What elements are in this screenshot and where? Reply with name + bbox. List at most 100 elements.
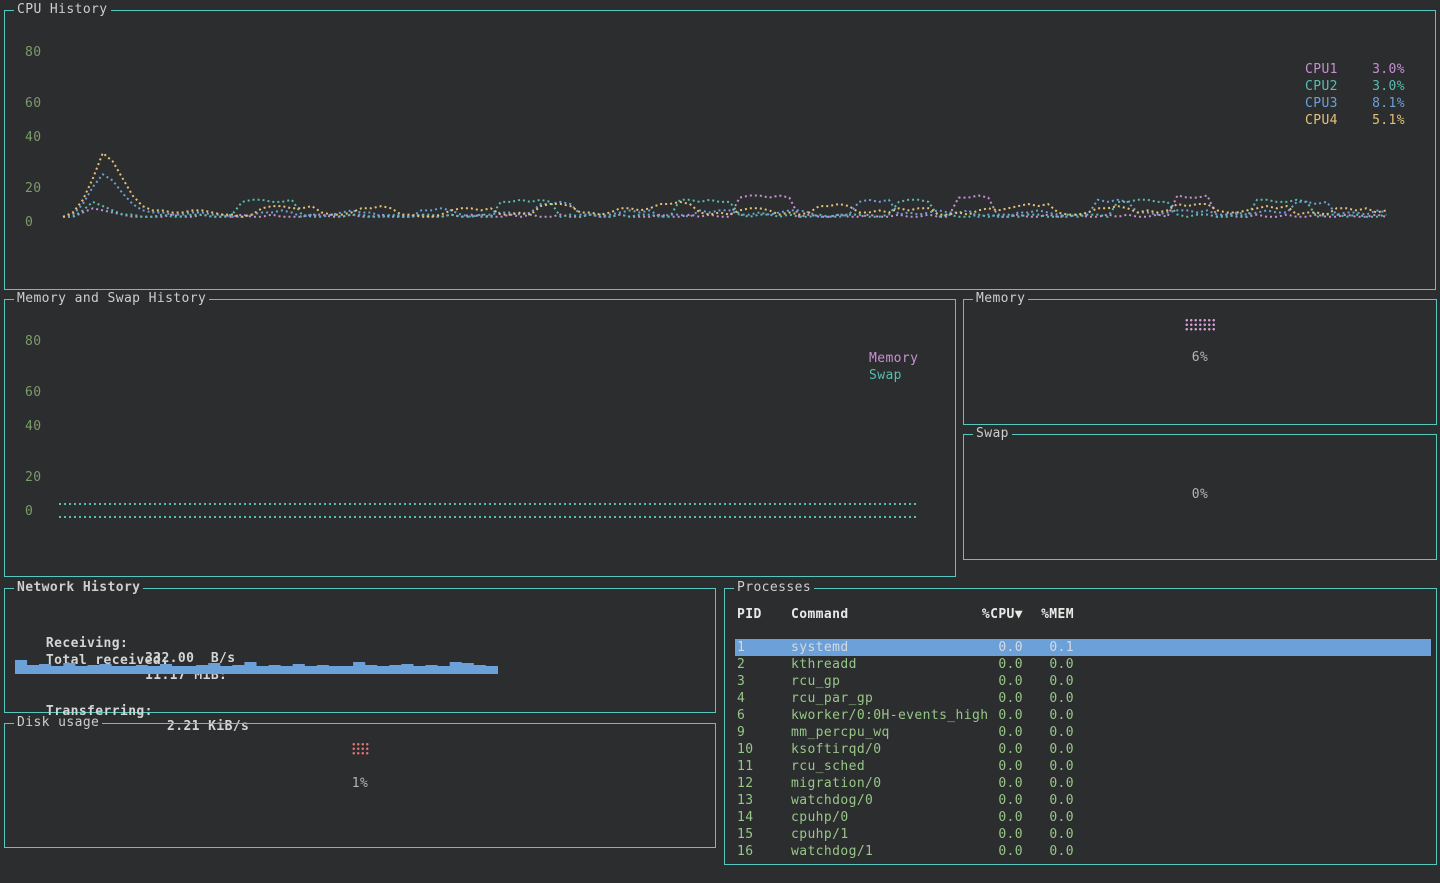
- process-pid: 1: [735, 639, 791, 656]
- process-command: systemd: [791, 639, 993, 656]
- column-header-mem[interactable]: %MEM: [1023, 606, 1074, 623]
- cpu1-legend-label: CPU1: [1305, 61, 1338, 78]
- process-mem: 0.0: [1023, 809, 1074, 826]
- process-cpu: 0.0: [993, 690, 1023, 707]
- process-row[interactable]: 15cpuhp/10.00.0: [735, 826, 1431, 843]
- swap-gauge-value: 0%: [964, 487, 1436, 502]
- process-mem: 0.0: [1023, 758, 1074, 775]
- y-tick: 80: [25, 45, 41, 60]
- process-command: rcu_sched: [791, 758, 993, 775]
- process-cpu: 0.0: [993, 843, 1023, 860]
- cpu-legend: CPU1 3.0% CPU2 3.0% CPU3 8.1% CPU4 5.1%: [1305, 61, 1405, 129]
- cpu4-legend-value: 5.1%: [1372, 112, 1405, 129]
- process-mem: 0.0: [1023, 792, 1074, 809]
- swap-gauge-panel: Swap 0%: [963, 434, 1437, 560]
- process-cpu: 0.0: [993, 758, 1023, 775]
- network-history-panel: Network History Receiving: 332.00 B/s To…: [4, 588, 716, 713]
- process-pid: 12: [735, 775, 791, 792]
- process-row[interactable]: 16watchdog/10.00.0: [735, 843, 1431, 860]
- process-row[interactable]: 13watchdog/00.00.0: [735, 792, 1431, 809]
- process-pid: 2: [735, 656, 791, 673]
- process-cpu: 0.0: [993, 724, 1023, 741]
- process-cpu: 0.0: [993, 792, 1023, 809]
- disk-gauge-dots: [352, 742, 369, 755]
- column-header-command[interactable]: Command: [791, 606, 993, 623]
- process-pid: 9: [735, 724, 791, 741]
- cpu1-legend-row: CPU1 3.0%: [1305, 61, 1405, 78]
- process-row[interactable]: 12migration/00.00.0: [735, 775, 1431, 792]
- y-tick: 60: [25, 385, 41, 400]
- process-mem: 0.0: [1023, 656, 1074, 673]
- swap-usage-line: [59, 516, 917, 518]
- swap-legend-label: Swap: [869, 367, 918, 384]
- cpu3-legend-row: CPU3 8.1%: [1305, 95, 1405, 112]
- cpu-history-title: CPU History: [14, 2, 111, 17]
- process-row[interactable]: 9mm_percpu_wq0.00.0: [735, 724, 1431, 741]
- process-mem: 0.0: [1023, 826, 1074, 843]
- process-mem: 0.0: [1023, 724, 1074, 741]
- memory-gauge-panel: Memory 6%: [963, 299, 1437, 425]
- process-row[interactable]: 14cpuhp/00.00.0: [735, 809, 1431, 826]
- process-cpu: 0.0: [993, 809, 1023, 826]
- disk-gauge-value: 1%: [5, 776, 715, 791]
- y-tick: 80: [25, 334, 41, 349]
- cpu4-legend-row: CPU4 5.1%: [1305, 112, 1405, 129]
- cpu2-legend-label: CPU2: [1305, 78, 1338, 95]
- disk-usage-title: Disk usage: [14, 715, 102, 730]
- cpu4-legend-label: CPU4: [1305, 112, 1338, 129]
- memswap-legend: Memory Swap: [869, 350, 918, 384]
- process-command: cpuhp/1: [791, 826, 993, 843]
- process-mem: 0.0: [1023, 707, 1074, 724]
- network-area: [15, 660, 498, 674]
- process-cpu: 0.0: [993, 741, 1023, 758]
- column-header-pid[interactable]: PID: [735, 606, 791, 623]
- cpu2-legend-value: 3.0%: [1372, 78, 1405, 95]
- process-pid: 4: [735, 690, 791, 707]
- process-cpu: 0.0: [993, 639, 1023, 656]
- y-tick: 0: [25, 504, 33, 519]
- process-mem: 0.1: [1023, 639, 1074, 656]
- process-cpu: 0.0: [993, 826, 1023, 843]
- process-row[interactable]: 6kworker/0:0H-events_high0.00.0: [735, 707, 1431, 724]
- memory-gauge-value: 6%: [964, 350, 1436, 365]
- system-monitor-app: { "theme": { "background": "#2b2d2e", "b…: [0, 0, 1440, 883]
- y-tick: 40: [25, 130, 41, 145]
- y-tick: 0: [25, 215, 33, 230]
- process-pid: 3: [735, 673, 791, 690]
- y-tick: 60: [25, 96, 41, 111]
- memory-gauge-title: Memory: [973, 291, 1028, 306]
- cpu-history-panel: CPU History 80 60 40 20 0 CPU1 3.0% CPU2…: [4, 10, 1436, 290]
- process-pid: 11: [735, 758, 791, 775]
- memory-legend-label: Memory: [869, 350, 918, 367]
- network-receive-sparkline: [15, 652, 498, 674]
- memory-usage-line: [59, 503, 917, 505]
- process-command: rcu_gp: [791, 673, 993, 690]
- process-pid: 13: [735, 792, 791, 809]
- y-tick: 40: [25, 419, 41, 434]
- process-command: ksoftirqd/0: [791, 741, 993, 758]
- process-row[interactable]: 2kthreadd0.00.0: [735, 656, 1431, 673]
- process-command: cpuhp/0: [791, 809, 993, 826]
- cpu-series-cpu4: [63, 153, 1386, 217]
- process-cpu: 0.0: [993, 775, 1023, 792]
- process-row[interactable]: 4rcu_par_gp0.00.0: [735, 690, 1431, 707]
- process-command: migration/0: [791, 775, 993, 792]
- process-pid: 16: [735, 843, 791, 860]
- process-row[interactable]: 3rcu_gp0.00.0: [735, 673, 1431, 690]
- process-row[interactable]: 10ksoftirqd/00.00.0: [735, 741, 1431, 758]
- process-command: watchdog/1: [791, 843, 993, 860]
- memory-swap-history-panel: Memory and Swap History 80 60 40 20 0 Me…: [4, 299, 956, 577]
- cpu-sort-label[interactable]: %CPU▼: [982, 606, 1023, 623]
- process-mem: 0.0: [1023, 741, 1074, 758]
- process-pid: 14: [735, 809, 791, 826]
- process-row[interactable]: 11rcu_sched0.00.0: [735, 758, 1431, 775]
- process-cpu: 0.0: [993, 707, 1023, 724]
- cpu2-legend-row: CPU2 3.0%: [1305, 78, 1405, 95]
- swap-gauge-title: Swap: [973, 426, 1012, 441]
- column-header-cpu[interactable]: %CPU▼: [993, 606, 1023, 623]
- process-command: kthreadd: [791, 656, 993, 673]
- cpu-series-cpu3: [63, 174, 1386, 217]
- memory-swap-history-title: Memory and Swap History: [14, 291, 209, 306]
- process-row[interactable]: 1systemd0.00.1: [735, 639, 1431, 656]
- y-tick: 20: [25, 181, 41, 196]
